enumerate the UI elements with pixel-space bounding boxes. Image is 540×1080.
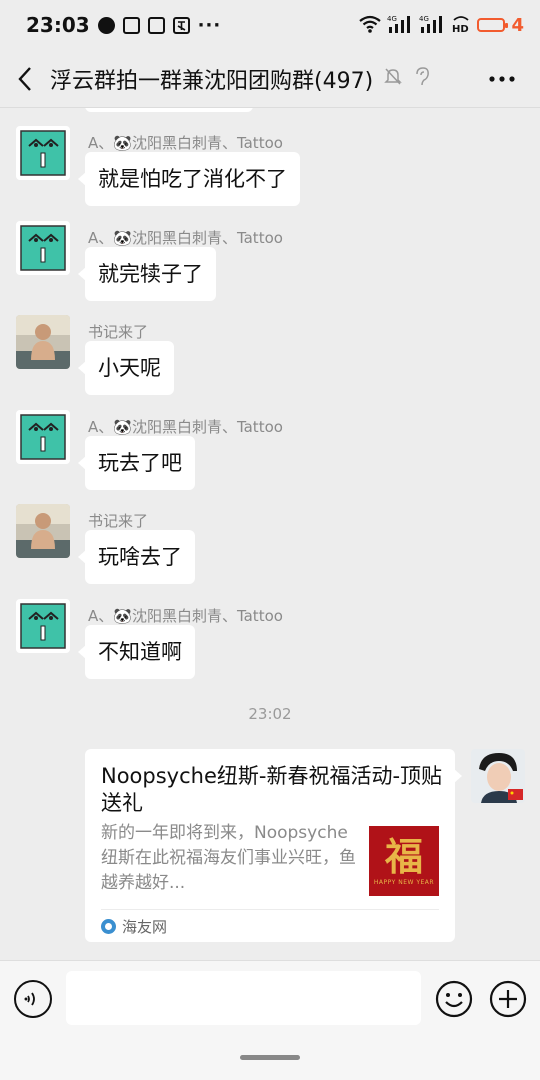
sender-name: A、🐼沈阳黑白刺青、Tattoo xyxy=(88,229,283,247)
message-bubble[interactable]: 玩去了吧 xyxy=(78,436,195,490)
earpiece-icon xyxy=(413,66,431,92)
sender-name: A、🐼沈阳黑白刺青、Tattoo xyxy=(88,418,283,436)
source-logo-icon xyxy=(101,919,116,934)
message-timestamp: 23:02 xyxy=(248,705,292,723)
sim-card-icon xyxy=(122,16,140,34)
sender-avatar-green-face[interactable] xyxy=(16,221,70,275)
app-notification-2-icon xyxy=(172,16,190,34)
more-dots-icon xyxy=(489,76,515,82)
signal-2-icon: 4G xyxy=(419,14,445,37)
message-text-input[interactable] xyxy=(66,971,421,1025)
chat-title[interactable]: 浮云群拍一群兼沈阳团购群(497) xyxy=(50,63,373,95)
sender-name: A、🐼沈阳黑白刺青、Tattoo xyxy=(88,607,283,625)
sender-avatar-child-photo[interactable] xyxy=(16,315,70,369)
plus-circle-icon xyxy=(489,980,527,1018)
sender-avatar-green-face[interactable] xyxy=(16,599,70,653)
thumbnail-subtitle: HAPPY NEW YEAR xyxy=(373,878,435,886)
message-bubble[interactable]: 就是怕吃了消化不了 xyxy=(78,152,300,206)
battery-level: 4 xyxy=(511,14,524,36)
emoji-button[interactable] xyxy=(435,980,473,1018)
my-avatar[interactable] xyxy=(471,749,525,803)
signal-1-icon: 4G xyxy=(387,14,413,37)
card-description: 新的一年即将到来，Noopsyche纽斯在此祝福海友们事业兴旺，鱼越养越好... xyxy=(101,823,356,893)
voice-input-button[interactable] xyxy=(14,980,52,1018)
sender-name: 书记来了 xyxy=(88,512,149,530)
more-notifications-icon: ··· xyxy=(197,14,222,36)
chat-message-list[interactable]: A、🐼沈阳黑白刺青、Tattoo 就是怕吃了消化不了 A、🐼沈阳黑白刺青、Tat… xyxy=(0,108,540,960)
net-1-label: 4G xyxy=(387,15,397,23)
back-button[interactable] xyxy=(0,50,50,108)
notification-dot-icon xyxy=(97,16,115,34)
back-arrow-icon xyxy=(18,66,31,91)
more-functions-button[interactable] xyxy=(489,980,527,1018)
message-bubble[interactable]: 玩啥去了 xyxy=(78,530,195,584)
message-bubble[interactable]: 就完犊子了 xyxy=(78,247,216,301)
emoji-face-icon xyxy=(435,980,473,1018)
thumbnail-fu-character: 福 xyxy=(384,833,423,879)
card-title: Noopsyche纽斯-新春祝福活动-顶贴送礼 xyxy=(101,764,443,815)
sender-avatar-green-face[interactable] xyxy=(16,410,70,464)
net-2-label: 4G xyxy=(419,15,429,23)
sender-name: 书记来了 xyxy=(88,323,149,341)
message-bubble[interactable]: 不知道啊 xyxy=(78,625,195,679)
more-options-button[interactable] xyxy=(486,64,518,94)
status-bar: 23:03 ··· 4G 4G HD 4 xyxy=(0,0,540,50)
mute-bell-icon xyxy=(383,66,403,92)
status-time: 23:03 xyxy=(26,13,90,37)
sender-avatar-green-face[interactable] xyxy=(16,126,70,180)
card-thumbnail: 福 HAPPY NEW YEAR xyxy=(369,826,439,896)
battery-icon xyxy=(477,18,509,32)
card-divider xyxy=(101,909,439,910)
card-source: 海友网 xyxy=(101,916,167,937)
hd-icon: HD xyxy=(451,14,471,37)
chat-header: 浮云群拍一群兼沈阳团购群(497) xyxy=(0,50,540,108)
message-input-bar xyxy=(0,960,540,1080)
message-bubble[interactable]: 小天呢 xyxy=(78,341,174,395)
app-notification-icon xyxy=(147,16,165,34)
card-source-label: 海友网 xyxy=(122,918,168,936)
sender-avatar-child-photo[interactable] xyxy=(16,504,70,558)
wifi-icon xyxy=(359,15,382,36)
sender-name: A、🐼沈阳黑白刺青、Tattoo xyxy=(88,134,283,152)
hd-label: HD xyxy=(452,24,469,34)
link-share-card[interactable]: Noopsyche纽斯-新春祝福活动-顶贴送礼 新的一年即将到来，Noopsyc… xyxy=(85,749,462,942)
previous-message-bubble xyxy=(85,108,253,112)
voice-icon xyxy=(24,992,35,1006)
home-indicator[interactable] xyxy=(240,1055,300,1060)
